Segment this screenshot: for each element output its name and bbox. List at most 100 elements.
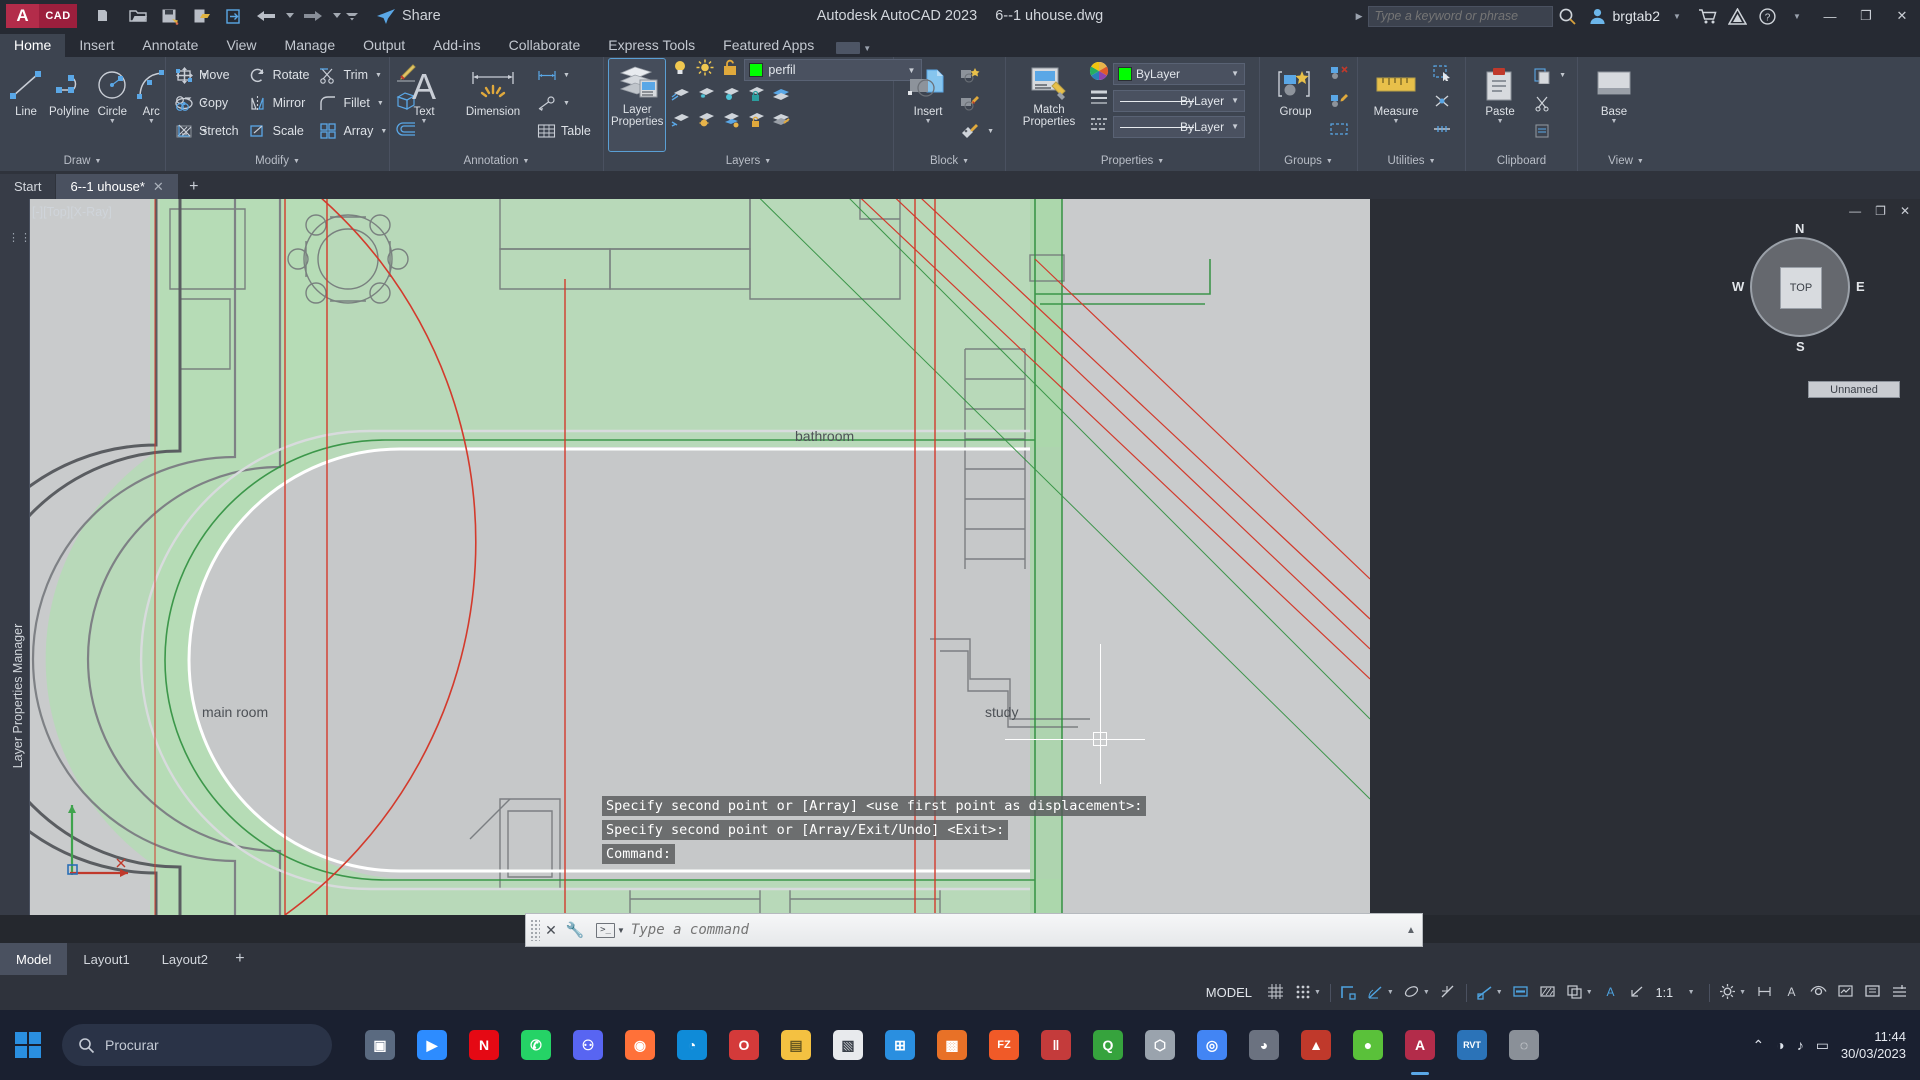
- point-style-button[interactable]: [1429, 89, 1455, 117]
- layer-merge-button[interactable]: [769, 83, 793, 107]
- taskbar-app-notepad[interactable]: ▧: [822, 1010, 874, 1080]
- command-bar-close-icon[interactable]: ✕: [540, 922, 562, 939]
- base-view-button[interactable]: Base ▼: [1583, 61, 1645, 126]
- divide-button[interactable]: [1429, 117, 1455, 145]
- lineweight-combo[interactable]: ByLayer ▼: [1113, 89, 1245, 112]
- taskbar-app-firefox[interactable]: ◉: [614, 1010, 666, 1080]
- layer-unisolate-button[interactable]: [669, 109, 693, 133]
- undo-icon[interactable]: [251, 3, 281, 29]
- isolate-objects-button[interactable]: [1805, 978, 1831, 1008]
- paste-button[interactable]: Paste ▼: [1471, 61, 1529, 126]
- viewport-close-button[interactable]: ✕: [1900, 204, 1910, 218]
- leader-dropdown-icon[interactable]: ▼: [563, 100, 570, 107]
- grid-display-toggle[interactable]: [1263, 978, 1289, 1008]
- copy-clip-button[interactable]: ▼: [1529, 61, 1572, 89]
- autodesk-account-icon[interactable]: [1722, 1, 1752, 31]
- group-button[interactable]: Group: [1265, 61, 1326, 118]
- linetype-icon[interactable]: [1089, 115, 1109, 138]
- tab-addins[interactable]: Add-ins: [419, 34, 494, 57]
- save-icon[interactable]: [155, 3, 185, 29]
- taskbar-app-autocad[interactable]: A: [1394, 1010, 1446, 1080]
- insert-block-button[interactable]: Insert ▼: [899, 61, 957, 126]
- quick-select-button[interactable]: [1429, 61, 1455, 89]
- viewport-minimize-button[interactable]: —: [1849, 204, 1861, 218]
- group-selection-toggle[interactable]: [1326, 117, 1352, 145]
- polar-chevron-down-icon[interactable]: ▼: [1387, 989, 1394, 996]
- autoscale-toggle[interactable]: [1625, 978, 1651, 1008]
- layer-turn-all-on-button[interactable]: [694, 109, 718, 133]
- lineweight-toggle[interactable]: [1508, 978, 1534, 1008]
- stretch-button[interactable]: Stretch: [171, 117, 245, 145]
- edit-attributes-button[interactable]: ▼: [957, 117, 1000, 145]
- network-icon[interactable]: ◑: [1776, 1037, 1784, 1053]
- color-wheel-icon[interactable]: [1089, 61, 1109, 86]
- search-icon[interactable]: [1553, 1, 1583, 31]
- taskbar-app-file-explorer[interactable]: ▤: [770, 1010, 822, 1080]
- tab-output[interactable]: Output: [349, 34, 419, 57]
- tab-view[interactable]: View: [212, 34, 270, 57]
- arc-dropdown-icon[interactable]: ▼: [148, 118, 155, 126]
- qat-customize-icon[interactable]: [345, 3, 358, 29]
- insert-dropdown-icon[interactable]: ▼: [925, 118, 932, 126]
- draw-panel-chevron-icon[interactable]: ▼: [94, 158, 101, 165]
- redo-icon[interactable]: [298, 3, 328, 29]
- layout-tab-layout1[interactable]: Layout1: [67, 943, 145, 975]
- transparency-toggle[interactable]: [1535, 978, 1561, 1008]
- color-chevron-down-icon[interactable]: ▼: [1231, 69, 1242, 78]
- annotation-scale-chevron[interactable]: ▼: [1678, 978, 1704, 1008]
- graphics-performance-button[interactable]: [1832, 978, 1858, 1008]
- drawing-canvas[interactable]: ⋮⋮ Layer Properties Manager main room ba…: [0, 199, 1920, 915]
- move-button[interactable]: Move: [171, 61, 245, 89]
- annotation-panel-chevron-icon[interactable]: ▼: [523, 158, 530, 165]
- layer-properties-button[interactable]: Layer Properties: [607, 58, 667, 152]
- volume-icon[interactable]: ♪: [1797, 1037, 1804, 1053]
- layer-lock-button[interactable]: [744, 83, 768, 107]
- polyline-button[interactable]: Polyline: [47, 61, 91, 118]
- layer-isolate-button[interactable]: [669, 83, 693, 107]
- workspace-switching-button[interactable]: ▼: [1715, 978, 1750, 1008]
- layout-tab-layout2[interactable]: Layout2: [146, 943, 224, 975]
- show-hidden-icons[interactable]: ⌃: [1752, 1037, 1764, 1054]
- taskbar-app-office[interactable]: ▩: [926, 1010, 978, 1080]
- layer-unlock-button[interactable]: [719, 59, 741, 80]
- battery-icon[interactable]: ▭: [1816, 1037, 1829, 1054]
- dimension-button[interactable]: Dimension: [453, 61, 533, 118]
- ortho-mode-toggle[interactable]: [1336, 978, 1362, 1008]
- new-file-icon[interactable]: [91, 3, 121, 29]
- layer-off-button[interactable]: [719, 83, 743, 107]
- units-button[interactable]: A: [1778, 978, 1804, 1008]
- paste-dropdown-icon[interactable]: ▼: [1497, 118, 1504, 126]
- command-bar-grip[interactable]: [530, 919, 540, 941]
- fillet-button[interactable]: Fillet ▼: [315, 89, 393, 117]
- match-clip-button[interactable]: [1529, 117, 1572, 145]
- mirror-button[interactable]: Mirror: [245, 89, 316, 117]
- measure-button[interactable]: Measure ▼: [1363, 61, 1429, 126]
- window-close-button[interactable]: ✕: [1884, 0, 1920, 32]
- tab-insert[interactable]: Insert: [65, 34, 128, 57]
- taskbar-app-chrome[interactable]: ◎: [1186, 1010, 1238, 1080]
- layer-freeze-button[interactable]: [694, 83, 718, 107]
- leader-button[interactable]: ▼: [533, 89, 597, 117]
- tab-annotate[interactable]: Annotate: [128, 34, 212, 57]
- annotation-scale-label[interactable]: 1:1: [1652, 986, 1677, 1000]
- scale-chevron-down-icon[interactable]: ▼: [1688, 989, 1695, 996]
- user-name-label[interactable]: brgtab2: [1613, 8, 1660, 24]
- taskbar-app-misc[interactable]: ◌: [1498, 1010, 1550, 1080]
- trim-button[interactable]: Trim ▼: [315, 61, 393, 89]
- ribbon-chevron-down-icon[interactable]: ▼: [863, 44, 871, 53]
- groups-panel-chevron-icon[interactable]: ▼: [1326, 158, 1333, 165]
- layer-unlock2-button[interactable]: [744, 109, 768, 133]
- named-view-label[interactable]: Unnamed: [1808, 381, 1900, 398]
- taskbar-app-green[interactable]: ●: [1342, 1010, 1394, 1080]
- group-edit-button[interactable]: [1326, 89, 1352, 117]
- layer-match-button[interactable]: [769, 109, 793, 133]
- command-bar-settings-icon[interactable]: 🔧: [562, 921, 588, 939]
- line-button[interactable]: Line: [5, 61, 47, 118]
- file-tab-uhouse[interactable]: 6--1 uhouse* ✕: [56, 174, 178, 199]
- help-dropdown-icon[interactable]: ▼: [1782, 1, 1812, 31]
- taskbar-app-netflix[interactable]: N: [458, 1010, 510, 1080]
- rotate-button[interactable]: Rotate: [245, 61, 316, 89]
- base-dropdown-icon[interactable]: ▼: [1611, 118, 1618, 126]
- isodraft-chevron-down-icon[interactable]: ▼: [1423, 989, 1430, 996]
- layer-thaw-all-button[interactable]: [719, 109, 743, 133]
